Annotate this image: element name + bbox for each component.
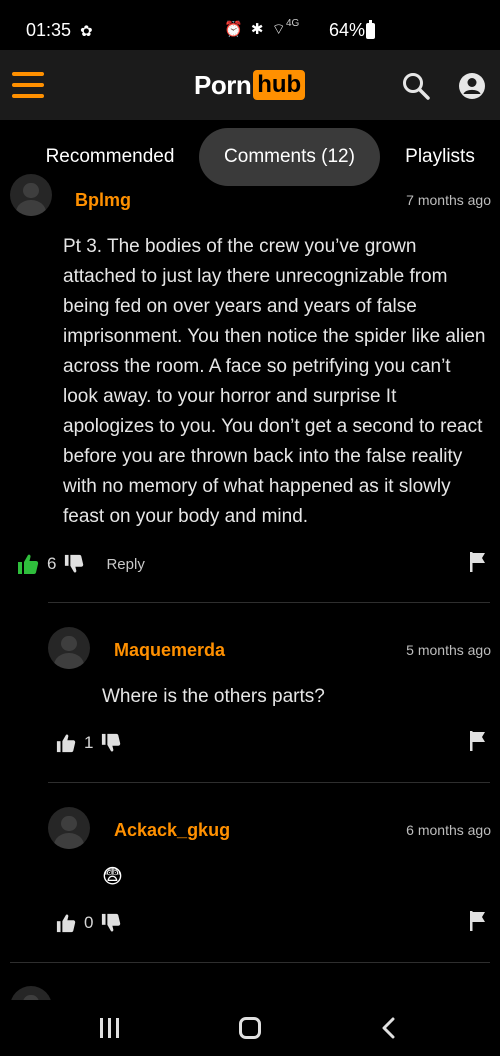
comment-text: Where is the others parts?	[102, 686, 325, 707]
comment-divider	[10, 962, 490, 963]
flag-icon[interactable]	[470, 731, 486, 751]
thumb-down-icon[interactable]	[64, 554, 84, 574]
avatar[interactable]	[48, 627, 90, 669]
recent-apps-icon[interactable]	[100, 1018, 120, 1038]
tab-recommended[interactable]: Recommended	[30, 128, 190, 186]
like-count: 1	[84, 733, 94, 752]
search-icon[interactable]	[402, 72, 430, 100]
comment-actions: 1	[56, 731, 121, 755]
tab-comments[interactable]: Comments (12)	[199, 128, 380, 186]
comment-actions: 0	[56, 911, 121, 935]
like-count: 0	[84, 913, 94, 932]
logo-text-part1: Porn	[194, 69, 252, 100]
status-bar: 01:35 ✿ ⏰ ✱ ⌔ 4G 64%	[0, 0, 500, 50]
system-icons: ⏰ ✱ ⌔	[224, 21, 288, 38]
battery-icon	[366, 20, 375, 39]
comment-time: 5 months ago	[406, 642, 491, 658]
site-logo[interactable]: Porn hub	[194, 69, 306, 101]
comment-actions: 6 Reply	[17, 552, 145, 576]
comment-divider	[48, 782, 490, 783]
avatar[interactable]	[48, 807, 90, 849]
menu-icon[interactable]	[12, 72, 44, 98]
comment-username[interactable]: Ackack_gkug	[114, 820, 230, 841]
tab-bar: Recommended Comments (12) Playlists	[0, 120, 500, 188]
reply-button[interactable]: Reply	[106, 556, 144, 573]
app-header: Porn hub	[0, 50, 500, 120]
comment-username[interactable]: Maquemerda	[114, 640, 225, 661]
tab-playlists[interactable]: Playlists	[392, 128, 488, 186]
avatar[interactable]	[10, 174, 52, 216]
thumb-down-icon[interactable]	[101, 733, 121, 753]
home-icon[interactable]	[239, 1017, 261, 1039]
comment-text: 😨	[102, 866, 123, 888]
user-icon[interactable]	[458, 72, 486, 100]
comment-divider	[48, 602, 490, 603]
comment-time: 7 months ago	[406, 192, 491, 208]
flag-icon[interactable]	[470, 552, 486, 572]
system-nav-bar	[0, 1000, 500, 1056]
comment-text: Pt 3. The bodies of the crew you’ve grow…	[63, 236, 486, 527]
status-time: 01:35	[26, 20, 72, 40]
comment-time: 6 months ago	[406, 822, 491, 838]
back-icon[interactable]	[380, 1017, 396, 1039]
battery-percent: 64%	[329, 20, 366, 40]
thumb-up-icon[interactable]	[56, 733, 76, 753]
like-count: 6	[47, 554, 57, 573]
thumb-up-icon[interactable]	[17, 553, 39, 575]
logo-text-part2: hub	[253, 70, 306, 100]
flag-icon[interactable]	[470, 911, 486, 931]
notification-icon: ✿	[80, 23, 93, 40]
thumb-down-icon[interactable]	[101, 913, 121, 933]
network-type: 4G	[286, 18, 300, 29]
comment-username[interactable]: Bplmg	[75, 190, 131, 211]
thumb-up-icon[interactable]	[56, 913, 76, 933]
